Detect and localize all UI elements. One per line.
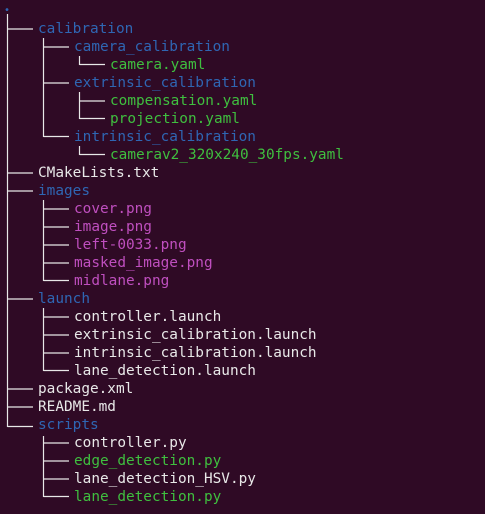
tree-file-intrinsic-calibration-launch[interactable]: intrinsic_calibration.launch — [74, 344, 317, 362]
tree-file-edge-detection-py[interactable]: edge_detection.py — [74, 452, 221, 470]
tree-file-lane-detection-launch[interactable]: lane_detection.launch — [74, 362, 256, 380]
tree-dir-launch[interactable]: launch — [38, 290, 90, 308]
tree-file-lane-detection-hsv-py[interactable]: lane_detection_HSV.py — [74, 470, 256, 488]
tree-file-controller-launch[interactable]: controller.launch — [74, 308, 221, 326]
tree-dir-camera-calibration[interactable]: camera_calibration — [74, 38, 230, 56]
tree-file-controller-py[interactable]: controller.py — [74, 434, 187, 452]
tree-file-image-png[interactable]: image.png — [74, 218, 152, 236]
tree-dir-calibration[interactable]: calibration — [38, 20, 133, 38]
tree-dir-intrinsic-calibration[interactable]: intrinsic_calibration — [74, 128, 256, 146]
tree-file-extrinsic-calibration-launch[interactable]: extrinsic_calibration.launch — [74, 326, 317, 344]
tree-dir-extrinsic-calibration[interactable]: extrinsic_calibration — [74, 74, 256, 92]
tree-dir-scripts[interactable]: scripts — [38, 416, 99, 434]
tree-root-dot-icon: • — [4, 5, 11, 16]
tree-file-compensation-yaml[interactable]: compensation.yaml — [110, 92, 257, 110]
tree-file-lane-detection-py[interactable]: lane_detection.py — [74, 488, 221, 506]
tree-file-cover-png[interactable]: cover.png — [74, 200, 152, 218]
tree-file-camera-yaml[interactable]: camera.yaml — [110, 56, 205, 74]
tree-file-camerav2-yaml[interactable]: camerav2_320x240_30fps.yaml — [110, 146, 344, 164]
tree-file-masked-image-png[interactable]: masked_image.png — [74, 254, 213, 272]
tree-dir-images[interactable]: images — [38, 182, 90, 200]
tree-file-readme[interactable]: README.md — [38, 398, 116, 416]
tree-file-projection-yaml[interactable]: projection.yaml — [110, 110, 240, 128]
tree-file-package-xml[interactable]: package.xml — [38, 380, 133, 398]
tree-file-midlane-png[interactable]: midlane.png — [74, 272, 169, 290]
terminal-window[interactable]: • calibration camera_calibration camera.… — [0, 0, 485, 514]
tree-file-cmakelists[interactable]: CMakeLists.txt — [38, 164, 159, 182]
tree-file-left-0033-png[interactable]: left-0033.png — [74, 236, 187, 254]
